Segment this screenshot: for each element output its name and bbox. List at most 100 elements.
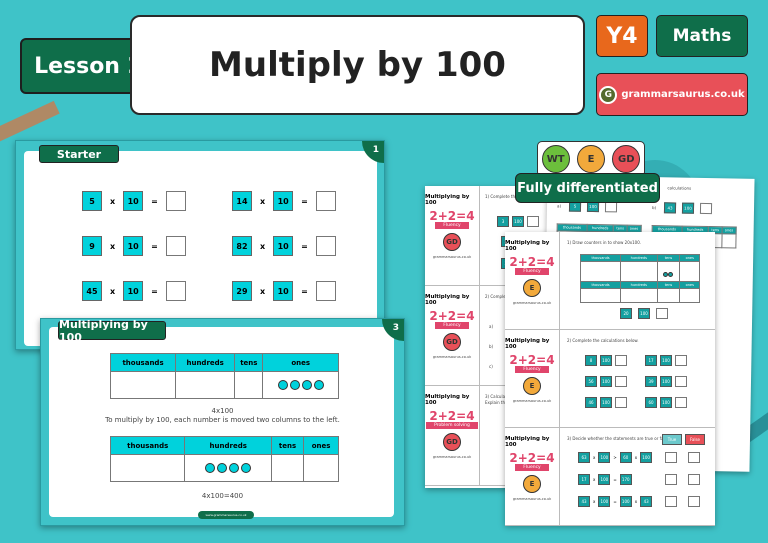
number-box: 8 xyxy=(585,355,597,366)
column-header: tens xyxy=(234,353,264,372)
equation: 60 100 xyxy=(645,397,687,408)
equals-sign: = xyxy=(151,196,158,206)
false-answer-box[interactable] xyxy=(688,474,700,485)
fluency-label: Fluency xyxy=(435,322,469,329)
number-box: 100 xyxy=(660,397,672,408)
column-header: tens xyxy=(270,436,305,455)
false-button: False xyxy=(685,434,705,445)
number-box: 10 xyxy=(123,281,144,301)
answer-box[interactable] xyxy=(527,216,539,227)
operator: x xyxy=(593,499,596,504)
operator: x xyxy=(593,477,596,482)
part-label: c) xyxy=(489,364,493,369)
number-box: 10 xyxy=(273,236,294,256)
answer-box[interactable] xyxy=(315,236,336,256)
number-box: 5 xyxy=(82,191,102,211)
worksheet-sidebar: Multiplying by 100 2+2=4 Fluency Egrammarsa… xyxy=(505,232,560,329)
times-sign: x xyxy=(110,196,116,206)
equation: 43 100 xyxy=(663,202,713,215)
number-box: 46 xyxy=(585,397,597,408)
answer-box[interactable] xyxy=(675,397,687,408)
fluency-badge: 2+2=4 Problem solving xyxy=(426,410,478,429)
gd-medal-icon: GD xyxy=(443,333,461,351)
place-value-cell xyxy=(721,233,737,249)
equation: 82 x 10 = xyxy=(232,236,336,256)
gd-medal-icon: GD xyxy=(443,233,461,251)
number-box: 43 xyxy=(663,202,677,214)
answer-box[interactable] xyxy=(165,281,186,301)
column-header: ones xyxy=(303,436,339,455)
part-label: a) xyxy=(556,203,562,209)
place-value-cell xyxy=(262,371,339,399)
brand-link[interactable]: G grammarsaurus.co.uk xyxy=(596,73,748,116)
answer-box[interactable] xyxy=(675,355,687,366)
worksheet-row: Multiplying by 100 2+2=4 Fluency Egrammarsa… xyxy=(505,330,715,428)
equation: 43 x 100 = 100 x 43 xyxy=(578,496,653,507)
column-header: ones xyxy=(262,353,339,372)
caption: 4x100=400 xyxy=(201,492,244,500)
footer-link[interactable]: www.grammarsaurus.co.uk xyxy=(198,511,254,519)
answer-box[interactable] xyxy=(165,191,186,211)
number-box: 17 xyxy=(645,355,657,366)
place-value-cell xyxy=(679,288,700,303)
number-box: 82 xyxy=(232,236,252,256)
false-answer-box[interactable] xyxy=(688,496,700,507)
equation: 63 x 100 >60 x 100 xyxy=(578,452,653,463)
worksheet-title: Multiplying by 100 xyxy=(425,294,470,306)
place-value-cell xyxy=(234,371,264,399)
false-answer-box[interactable] xyxy=(688,452,700,463)
wt-medal-icon: WT xyxy=(541,145,570,173)
worksheet-sidebar: Multiplying by 100 2+2=4 Fluency GD grammars… xyxy=(425,186,480,285)
number-box: 100 xyxy=(598,452,611,463)
worksheet-sidebar: Multiplying by 100 2+2=4 Fluency GD grammars… xyxy=(425,286,480,385)
place-value-cell xyxy=(679,261,700,282)
true-answer-box[interactable] xyxy=(665,452,677,463)
answer-box[interactable] xyxy=(656,308,668,319)
equals-sign: = xyxy=(301,286,308,296)
question-text: 3) Decide whether the statements are tru… xyxy=(567,436,671,441)
worksheet-row: Multiplying by 100 2+2=4 Fluency Egrammarsa… xyxy=(505,428,715,526)
answer-box[interactable] xyxy=(315,281,336,301)
times-sign: x xyxy=(110,286,116,296)
answer-box[interactable] xyxy=(615,355,627,366)
fluency-label: Fluency xyxy=(515,268,549,275)
answer-box[interactable] xyxy=(615,376,627,387)
counter-icon xyxy=(668,272,674,277)
number-box: 14 xyxy=(232,191,252,211)
number-box: 100 xyxy=(640,452,653,463)
column-header: tens xyxy=(656,254,681,262)
place-value-table: thousands hundreds tens ones thousands hundre… xyxy=(579,254,700,303)
fully-differentiated-label: Fully differentiated xyxy=(515,173,660,203)
answer-box[interactable] xyxy=(675,376,687,387)
counter-icon xyxy=(241,463,252,473)
fluency-sum: 2+2=4 xyxy=(429,409,475,423)
number-box: 29 xyxy=(232,281,252,301)
fluency-label: Fluency xyxy=(435,222,469,229)
answer-box[interactable] xyxy=(699,202,713,215)
equation: 9 x 10 = xyxy=(82,236,186,256)
number-box: 100 xyxy=(598,496,611,507)
answer-box[interactable] xyxy=(165,236,186,256)
worksheet-e: Multiplying by 100 2+2=4 Fluency Egrammarsa… xyxy=(505,232,715,526)
footer: grammarsaurus.co.uk xyxy=(432,455,472,459)
worksheet-title: Multiplying by 100 xyxy=(505,338,550,350)
equation: 46 100 xyxy=(585,397,627,408)
worksheet-row: Multiplying by 100 2+2=4 Fluency Egrammarsa… xyxy=(505,232,715,330)
counter-icon xyxy=(217,463,228,473)
counter-icon xyxy=(277,380,288,390)
number-box: 9 xyxy=(82,236,102,256)
slide-tag: Multiplying by 100 xyxy=(58,318,166,344)
subject-badge: Maths xyxy=(656,15,748,57)
worksheet-title: Multiplying by 100 xyxy=(425,394,470,406)
answer-box[interactable] xyxy=(315,191,336,211)
true-answer-box[interactable] xyxy=(665,496,677,507)
place-value-cell xyxy=(620,261,658,282)
answer-box[interactable] xyxy=(615,397,627,408)
footer: grammarsaurus.co.uk xyxy=(432,255,472,259)
true-answer-box[interactable] xyxy=(665,474,677,485)
number-box: 60 xyxy=(645,397,657,408)
fluency-sum: 2+2=4 xyxy=(429,209,475,223)
column-header: hundreds xyxy=(184,436,272,455)
operator: > xyxy=(613,455,617,460)
gd-medal-icon: GD xyxy=(443,433,461,451)
